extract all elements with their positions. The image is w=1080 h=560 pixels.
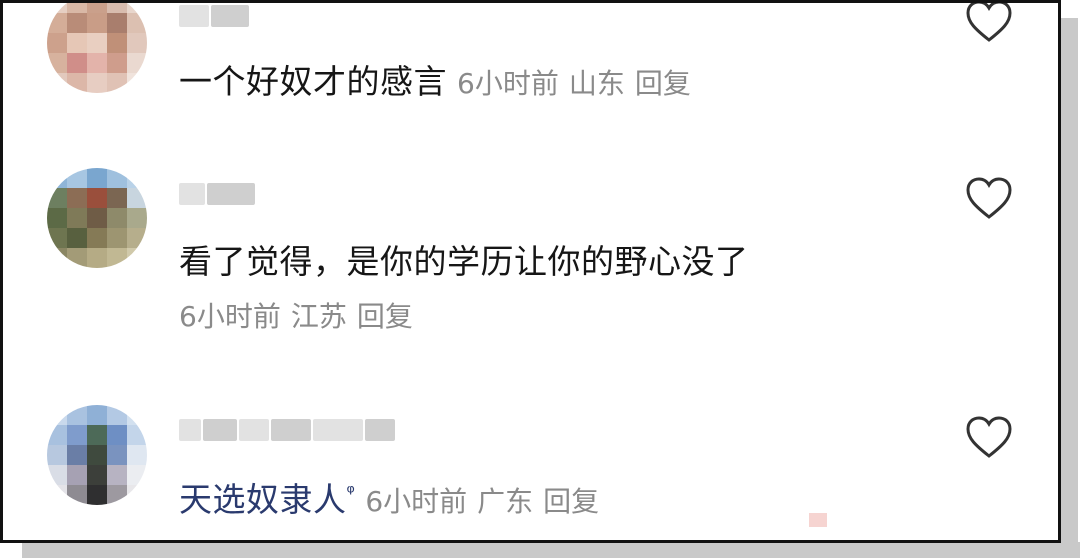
heart-icon[interactable] [965, 176, 1013, 220]
reply-button[interactable]: 回复 [635, 67, 691, 100]
comment-body: 看了觉得，是你的学历让你的野心没了 [179, 242, 749, 281]
comment-location: 山东 [568, 67, 625, 100]
username-blur-block [179, 5, 209, 27]
comment-list: 一个好奴才的感言 6小时前 山东 回复 看了觉得，是你的学历让你的野心没了 6小… [0, 0, 1061, 543]
username-blurred[interactable] [179, 419, 395, 445]
comment-time: 6小时前 [457, 67, 559, 100]
username-blur-block [239, 419, 269, 441]
username-blur-block [211, 5, 249, 27]
username-blur-block [313, 419, 363, 441]
username-blur-block [207, 183, 255, 205]
comment-meta: 6小时前 江苏 回复 [179, 295, 413, 335]
username-blur-block [179, 419, 201, 441]
avatar[interactable] [47, 3, 147, 93]
search-icon[interactable]: ᵠ [347, 480, 356, 504]
comment-body: 一个好奴才的感言 [179, 62, 447, 101]
avatar[interactable] [47, 405, 147, 505]
comment-text: 一个好奴才的感言 6小时前 山东 回复 [179, 55, 691, 103]
reply-button[interactable]: 回复 [357, 300, 413, 333]
username-blurred[interactable] [179, 183, 255, 209]
heart-icon[interactable] [965, 3, 1013, 43]
username-blur-block [271, 419, 311, 441]
comment-location: 江苏 [290, 300, 347, 333]
frame-shadow-bottom [22, 542, 1080, 558]
username-blur-block [365, 419, 395, 441]
comment-location: 广东 [477, 485, 534, 518]
frame-shadow-right [1060, 18, 1078, 558]
comment-text: 天选奴隶人ᵠ 6小时前 广东 回复 [179, 473, 599, 521]
heart-icon[interactable] [965, 415, 1013, 459]
username-blur-block [179, 183, 205, 205]
comment-body-search-link[interactable]: 天选奴隶人 [179, 480, 347, 519]
comment-time: 6小时前 [365, 485, 468, 518]
avatar[interactable] [47, 168, 147, 268]
reply-button[interactable]: 回复 [543, 485, 599, 518]
username-blur-block [203, 419, 237, 441]
comment-time: 6小时前 [179, 300, 281, 333]
username-blurred[interactable] [179, 5, 249, 31]
comment-text: 看了觉得，是你的学历让你的野心没了 [179, 235, 749, 283]
decorative-mark [809, 513, 827, 527]
